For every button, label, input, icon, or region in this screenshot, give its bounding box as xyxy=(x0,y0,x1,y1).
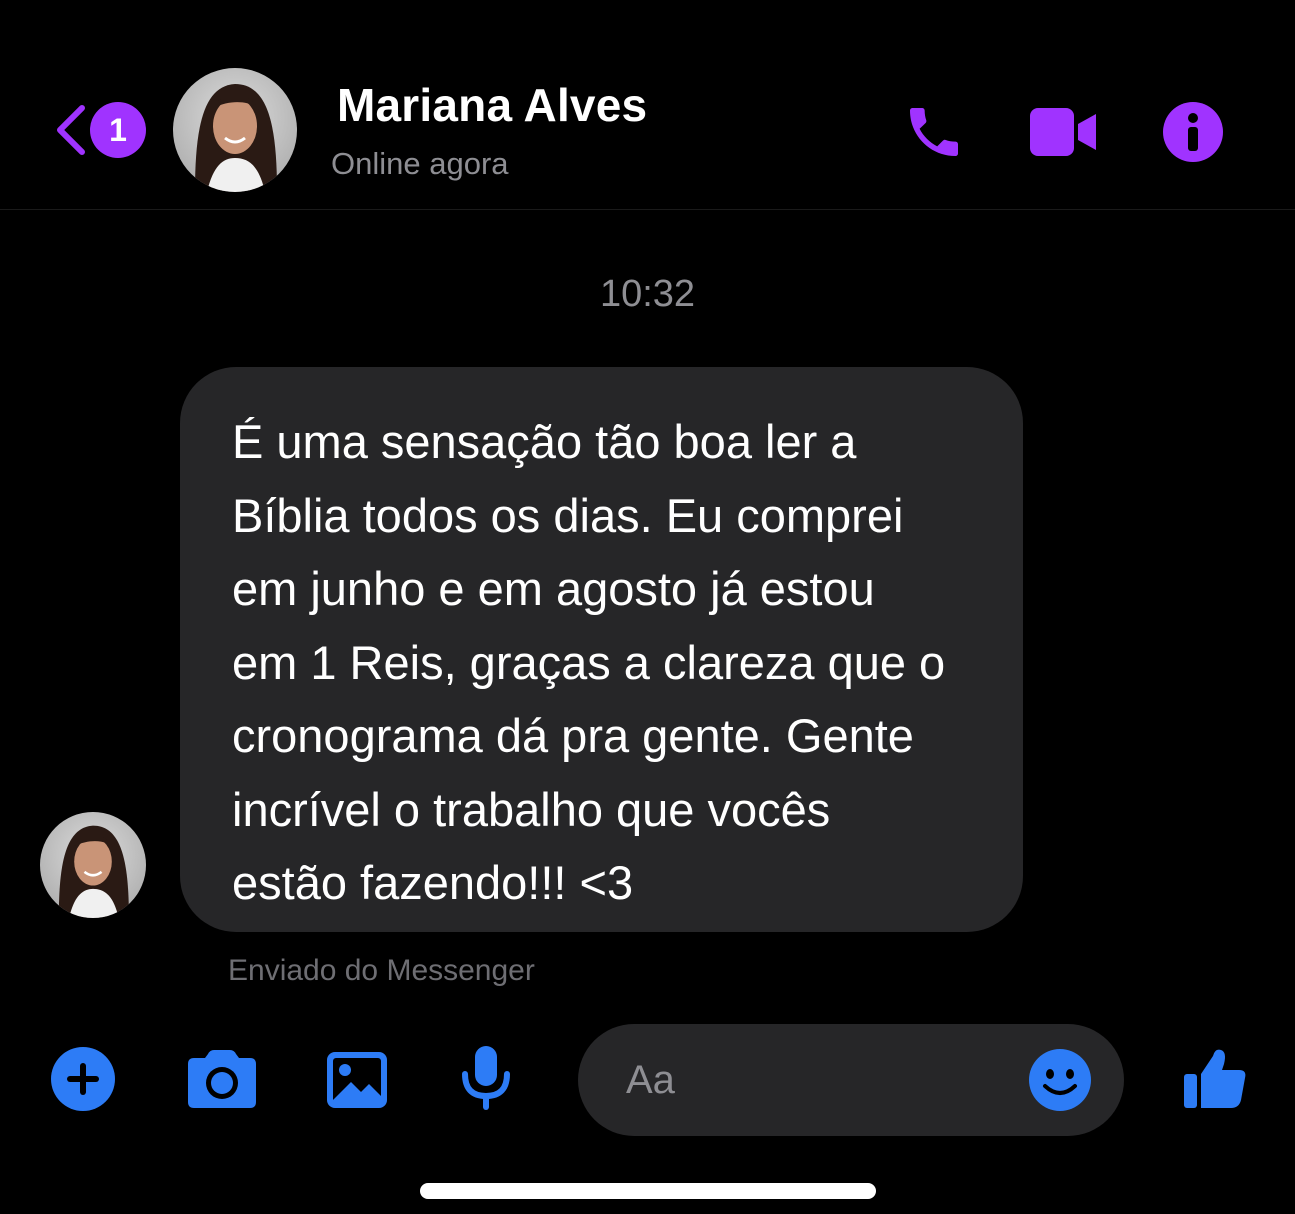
info-icon[interactable] xyxy=(1162,101,1224,168)
gallery-icon[interactable] xyxy=(325,1050,389,1115)
camera-icon[interactable] xyxy=(186,1048,258,1115)
chat-header: 1 Mariana Alves Online agora xyxy=(0,0,1295,210)
unread-count-badge: 1 xyxy=(90,102,146,158)
message-timestamp: 10:32 xyxy=(599,273,696,315)
contact-avatar[interactable] xyxy=(173,68,297,192)
back-button[interactable]: 1 xyxy=(50,100,150,164)
message-text: É uma sensação tão boa ler a Bíblia todo… xyxy=(232,415,946,909)
microphone-icon[interactable] xyxy=(458,1044,514,1117)
message-input-container[interactable] xyxy=(578,1024,1124,1136)
message-composer xyxy=(0,1020,1295,1140)
sent-from-label: Enviado do Messenger xyxy=(228,954,535,987)
phone-icon[interactable] xyxy=(902,100,966,169)
avatar-photo xyxy=(40,812,146,918)
message-input[interactable] xyxy=(626,1024,1016,1136)
emoji-icon[interactable] xyxy=(1028,1048,1092,1117)
home-indicator[interactable] xyxy=(420,1183,876,1199)
plus-icon[interactable] xyxy=(50,1046,116,1117)
message-bubble[interactable]: É uma sensação tão boa ler a Bíblia todo… xyxy=(180,367,1023,932)
avatar-photo xyxy=(173,68,297,192)
chevron-left-icon xyxy=(57,105,85,155)
thumbs-up-icon[interactable] xyxy=(1181,1044,1249,1117)
online-status: Online agora xyxy=(331,146,509,181)
contact-name[interactable]: Mariana Alves xyxy=(337,78,647,132)
video-camera-icon[interactable] xyxy=(1028,106,1098,163)
messenger-chat-screen: 1 Mariana Alves Online agora 10:32 É uma… xyxy=(0,0,1295,1214)
sender-avatar[interactable] xyxy=(40,812,146,918)
